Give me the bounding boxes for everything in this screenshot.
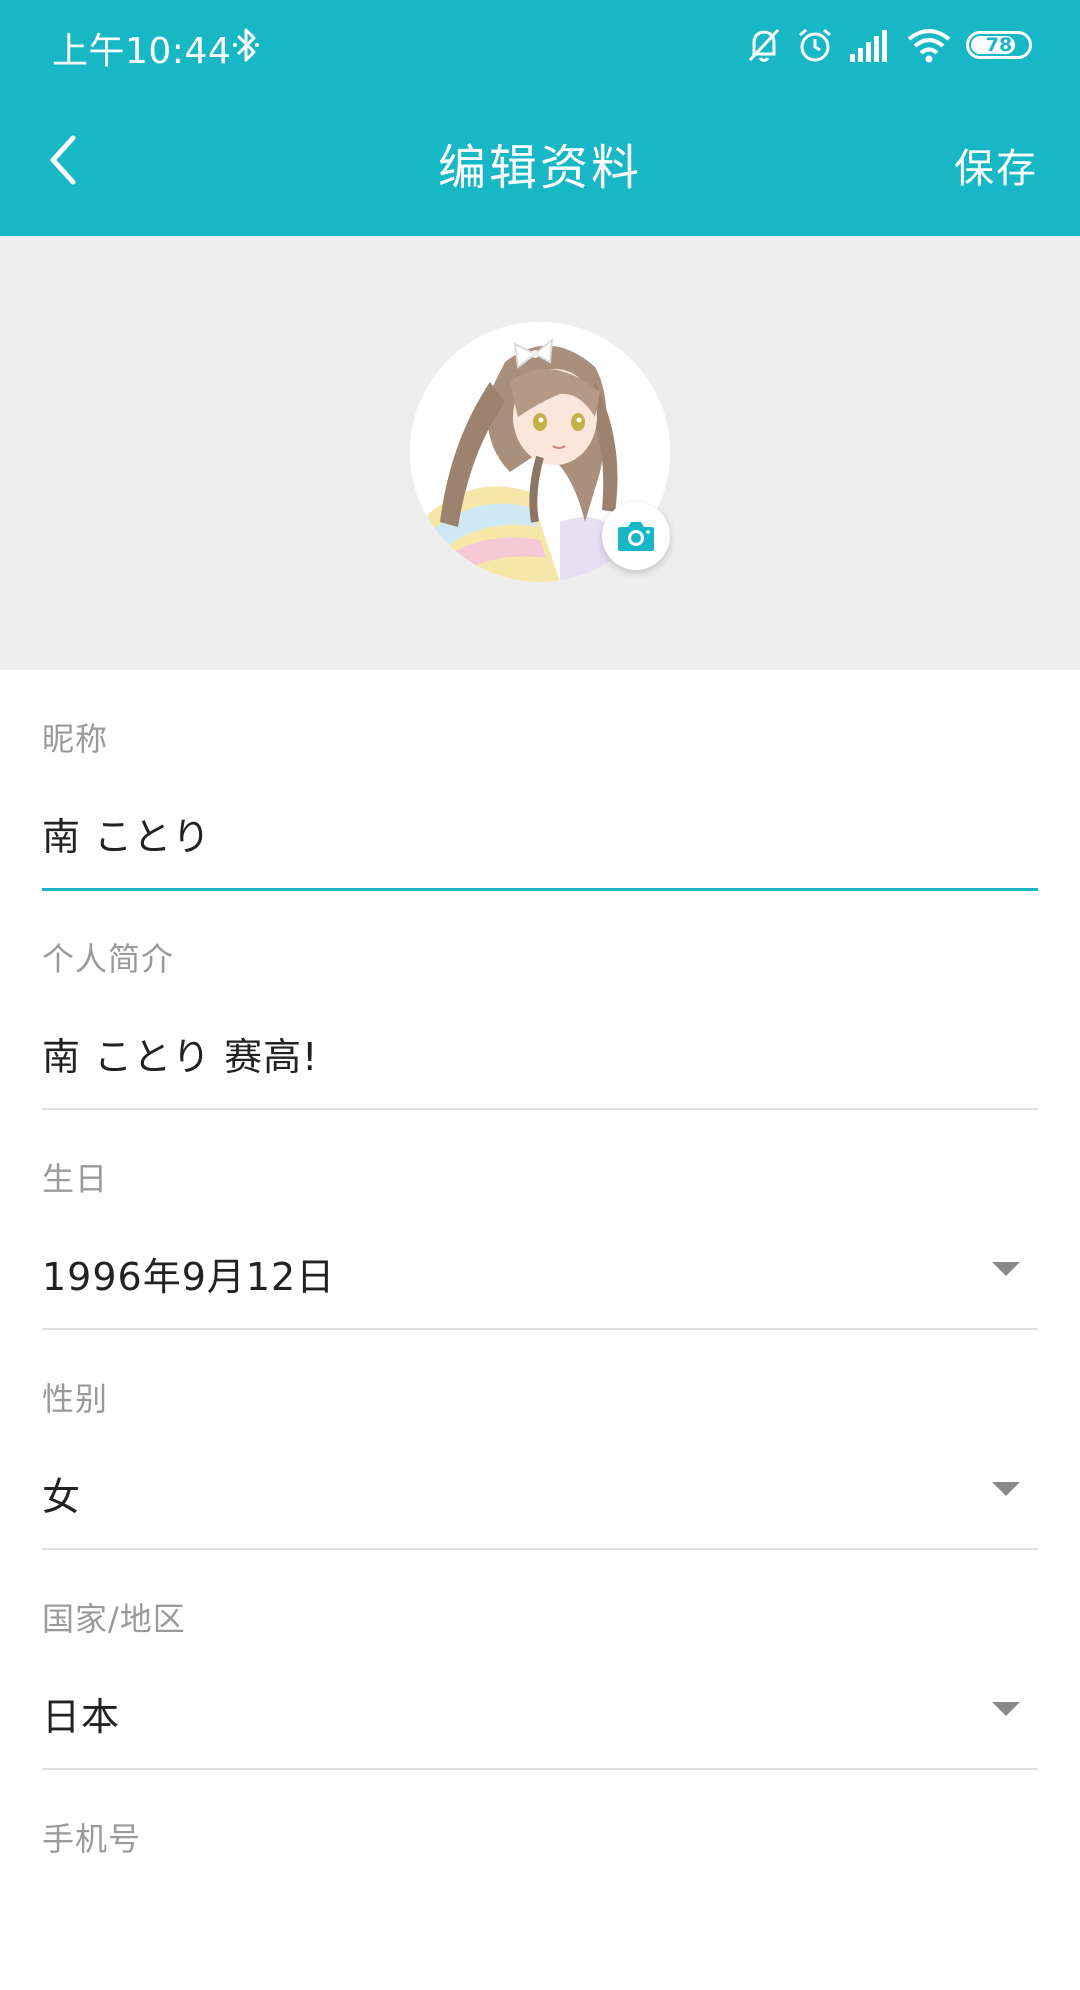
- profile-form: 昵称 南 ことり 个人简介 南 ことり 赛高! 生日 1996年9月12日 性别…: [0, 670, 1080, 1990]
- bio-field[interactable]: 个人简介 南 ことり 赛高!: [42, 890, 1038, 1110]
- status-time: 上午10:44: [52, 31, 232, 72]
- signal-icon: [850, 30, 887, 62]
- dropdown-arrow-icon[interactable]: [992, 1482, 1020, 1496]
- status-icons: 78: [746, 24, 1032, 66]
- nickname-input[interactable]: 南 ことり: [42, 806, 211, 861]
- battery-text: 78: [985, 34, 1013, 56]
- country-field[interactable]: 国家/地区 日本: [42, 1550, 1038, 1770]
- gender-field[interactable]: 性别 女: [42, 1330, 1038, 1550]
- bluetooth-icon: [233, 28, 259, 62]
- phone-field[interactable]: 手机号: [42, 1770, 1038, 1990]
- field-label: 个人简介: [42, 940, 175, 978]
- status-bar: 上午10:44 78: [0, 0, 1080, 92]
- wifi-icon: [907, 29, 951, 63]
- field-label: 性别: [42, 1380, 109, 1418]
- alarm-icon: [799, 28, 831, 62]
- change-avatar-button[interactable]: [602, 502, 670, 570]
- field-label: 手机号: [42, 1820, 142, 1858]
- dropdown-arrow-icon[interactable]: [992, 1262, 1020, 1276]
- battery-icon: 78: [966, 31, 1032, 59]
- birthday-select[interactable]: 1996年9月12日: [42, 1246, 335, 1301]
- gender-select[interactable]: 女: [42, 1466, 81, 1521]
- country-select[interactable]: 日本: [42, 1686, 120, 1741]
- field-label: 生日: [42, 1160, 109, 1198]
- camera-icon: [618, 522, 654, 551]
- bell-off-icon: [748, 28, 780, 62]
- avatar-area: [0, 236, 1080, 670]
- dropdown-arrow-icon[interactable]: [992, 1702, 1020, 1716]
- bio-input[interactable]: 南 ことり 赛高!: [42, 1026, 318, 1081]
- save-button[interactable]: 保存: [954, 136, 1038, 194]
- page-title: 编辑资料: [437, 140, 642, 196]
- field-label: 昵称: [42, 720, 109, 758]
- field-label: 国家/地区: [42, 1600, 186, 1638]
- nav-bar: 编辑资料 保存: [0, 100, 1080, 220]
- nickname-field[interactable]: 昵称 南 ことり: [42, 670, 1038, 891]
- birthday-field[interactable]: 生日 1996年9月12日: [42, 1110, 1038, 1330]
- header: 上午10:44 78 编辑资料 保存: [0, 0, 1080, 236]
